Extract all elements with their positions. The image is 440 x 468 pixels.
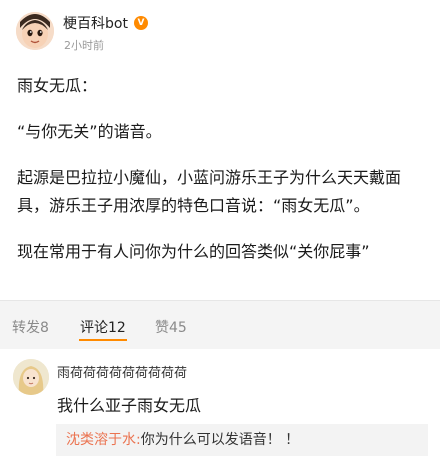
reply-author[interactable]: 沈类溶于水: [66, 432, 141, 448]
commenter-avatar[interactable] [13, 359, 49, 395]
post-paragraph: 雨女无瓜： [17, 76, 98, 95]
reply-text: 你为什么可以发语音！ ！ [140, 432, 300, 448]
post-paragraph: 现在常用于有人问你为什么的回答类似“关你屁事” [17, 242, 370, 261]
comment-item: 雨荷荷荷荷荷荷荷荷荷 我什么亚子雨女无瓜 沈类溶于水:你为什么可以发语音！ ！ [0, 349, 440, 468]
author-avatar[interactable] [16, 12, 54, 50]
action-tabs: 转发8 评论12 赞45 [0, 300, 440, 349]
comment-text: 我什么亚子雨女无瓜 [57, 396, 202, 415]
commenter-name[interactable]: 雨荷荷荷荷荷荷荷荷荷 [57, 362, 187, 381]
post-card: 梗百科bot V 2小时前 雨女无瓜： “与你无关”的谐音。 起源是巴拉拉小魔仙… [0, 0, 440, 300]
vip-badge-icon: V [133, 16, 148, 30]
author-row: 梗百科bot V [63, 13, 148, 33]
tab-reposts[interactable]: 转发8 [12, 317, 49, 337]
tab-likes[interactable]: 赞45 [155, 317, 187, 337]
post-paragraph: “与你无关”的谐音。 [17, 122, 162, 141]
post-content: 雨女无瓜： “与你无关”的谐音。 起源是巴拉拉小魔仙，小蓝问游乐王子为什么天天戴… [17, 72, 432, 284]
avatar-girl-icon [13, 359, 49, 395]
tab-comments[interactable]: 评论12 [80, 317, 126, 337]
avatar-cartoon-icon [16, 12, 54, 50]
post-time: 2小时前 [64, 39, 104, 52]
author-name[interactable]: 梗百科bot [63, 13, 128, 33]
reply-box[interactable]: 沈类溶于水:你为什么可以发语音！ ！ [56, 424, 428, 456]
post-paragraph: 起源是巴拉拉小魔仙，小蓝问游乐王子为什么天天戴面具，游乐王子用浓厚的特色口音说：… [17, 168, 402, 215]
active-tab-indicator [79, 339, 127, 341]
